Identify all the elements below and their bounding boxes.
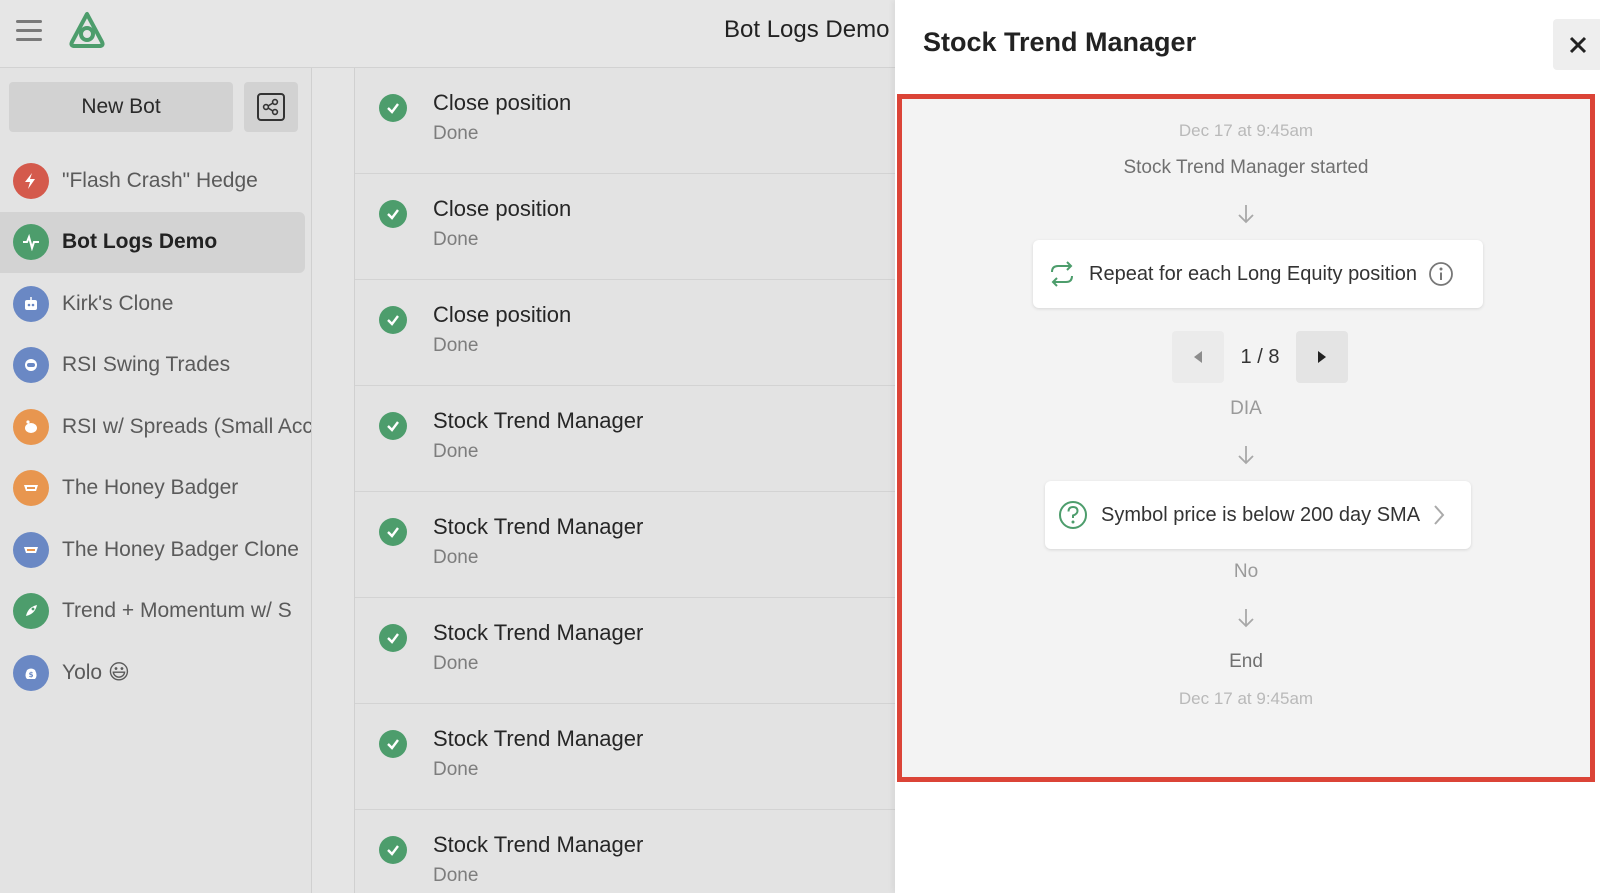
sidebar-item-bot[interactable]: RSI w/ Spreads (Small Acc: [0, 396, 312, 458]
pulse-icon: [13, 224, 49, 261]
check-circle-icon: [379, 730, 407, 758]
check-circle-icon: [379, 200, 407, 228]
top-bar: Bot Logs Demo: [0, 0, 895, 68]
flow-log-area: Dec 17 at 9:45am Stock Trend Manager sta…: [897, 94, 1595, 782]
sidebar-item-bot[interactable]: The Honey Badger Clone: [0, 519, 311, 581]
sidebar-item-bot[interactable]: Trend + Momentum w/ S: [0, 581, 311, 643]
repeat-step-label: Repeat for each Long Equity position: [1089, 262, 1417, 285]
log-title: Close position: [433, 302, 572, 327]
check-circle-icon: [379, 412, 407, 440]
caret-right-icon: [1318, 351, 1326, 363]
log-title: Stock Trend Manager: [433, 620, 644, 645]
iteration-pager: 1 / 8: [1172, 331, 1348, 383]
sidebar-item-bot[interactable]: "Flash Crash" Hedge: [0, 150, 311, 212]
bot-label: Bot Logs Demo: [62, 230, 218, 254]
new-bot-button[interactable]: New Bot: [9, 82, 233, 132]
symbol-label: DIA: [1230, 398, 1262, 419]
close-button[interactable]: [1553, 19, 1600, 70]
log-row[interactable]: Stock Trend Manager Done: [355, 386, 895, 492]
bot-label: "Flash Crash" Hedge: [62, 168, 258, 192]
check-circle-icon: [379, 306, 407, 334]
log-status: Done: [433, 335, 479, 356]
repeat-step-card[interactable]: Repeat for each Long Equity position: [1033, 240, 1483, 308]
bot-label: Yolo 😃: [62, 661, 130, 685]
bot-list: "Flash Crash" Hedge Bot Logs Demo Kirk's C…: [0, 150, 312, 704]
share-icon: [257, 93, 285, 121]
down-arrow-icon: [1238, 609, 1254, 628]
log-title: Stock Trend Manager: [433, 832, 644, 857]
log-status: Done: [433, 123, 479, 144]
log-status: Done: [433, 547, 479, 568]
log-detail-drawer: Stock Trend Manager Dec 17 at 9:45am Sto…: [895, 0, 1600, 893]
chevron-right-icon: [1434, 505, 1445, 525]
log-row[interactable]: Close position Done: [355, 280, 895, 386]
money-bag-icon: $: [13, 654, 49, 691]
bot-label: The Honey Badger: [62, 476, 239, 500]
condition-step-card[interactable]: Symbol price is below 200 day SMA: [1045, 481, 1471, 549]
down-arrow-icon: [1238, 446, 1254, 465]
check-circle-icon: [379, 94, 407, 122]
hamburger-menu-icon[interactable]: [16, 20, 42, 42]
condition-step-label: Symbol price is below 200 day SMA: [1101, 503, 1421, 526]
log-row[interactable]: Stock Trend Manager Done: [355, 810, 895, 893]
bot-label: RSI w/ Spreads (Small Acc: [62, 414, 312, 438]
log-status: Done: [433, 653, 479, 674]
log-title: Stock Trend Manager: [433, 514, 644, 539]
end-label: End: [1229, 651, 1263, 672]
piggy-bank-icon: [13, 408, 49, 445]
bot-label: RSI Swing Trades: [62, 353, 231, 377]
log-list: Close position Done Close position Done Clos…: [354, 68, 895, 893]
repeat-icon: [1051, 261, 1073, 287]
log-status: Done: [433, 759, 479, 780]
caret-left-icon: [1194, 351, 1202, 363]
astronaut-icon: [13, 347, 49, 384]
down-arrow-icon: [1238, 205, 1254, 224]
log-title: Stock Trend Manager: [433, 726, 644, 751]
bot-label: The Honey Badger Clone: [62, 537, 299, 561]
next-iteration-button[interactable]: [1296, 331, 1348, 383]
question-icon: [1059, 501, 1087, 529]
sidebar-item-bot[interactable]: The Honey Badger: [0, 458, 311, 520]
log-title: Close position: [433, 196, 572, 221]
info-icon[interactable]: [1428, 261, 1454, 287]
previous-iteration-button[interactable]: [1172, 331, 1224, 383]
bot-label: Kirk's Clone: [62, 291, 174, 315]
close-icon: [1569, 36, 1587, 53]
log-status: Done: [433, 441, 479, 462]
log-row[interactable]: Stock Trend Manager Done: [355, 492, 895, 598]
start-timestamp: Dec 17 at 9:45am: [1178, 121, 1314, 140]
iteration-counter: 1 / 8: [1240, 345, 1280, 368]
lightning-icon: [13, 162, 49, 199]
sidebar-item-bot[interactable]: Kirk's Clone: [0, 273, 311, 335]
drawer-title: Stock Trend Manager: [923, 27, 1197, 57]
sidebar-item-bot[interactable]: $ Yolo 😃: [0, 642, 311, 704]
end-timestamp: Dec 17 at 9:45am: [1178, 689, 1314, 708]
log-status: Done: [433, 229, 479, 250]
started-text: Stock Trend Manager started: [1123, 157, 1369, 178]
log-title: Close position: [433, 90, 572, 115]
bot-label: Trend + Momentum w/ S: [62, 599, 292, 623]
sidebar-item-bot[interactable]: RSI Swing Trades: [0, 335, 311, 397]
sidebar: New Bot "Flash Crash" Hedge Bot Logs Demo…: [0, 68, 312, 893]
log-row[interactable]: Stock Trend Manager Done: [355, 598, 895, 704]
log-status: Done: [433, 865, 479, 886]
check-circle-icon: [379, 518, 407, 546]
page-title: Bot Logs Demo: [724, 16, 890, 43]
share-button[interactable]: [244, 82, 298, 132]
log-row[interactable]: Stock Trend Manager Done: [355, 704, 895, 810]
sidebar-item-bot[interactable]: Bot Logs Demo: [0, 211, 305, 273]
badger-icon: [13, 531, 49, 568]
log-title: Stock Trend Manager: [433, 408, 644, 433]
check-circle-icon: [379, 836, 407, 864]
app-logo-icon[interactable]: [66, 10, 108, 50]
condition-result: No: [1233, 561, 1259, 582]
log-row[interactable]: Close position Done: [355, 68, 895, 174]
svg-text:$: $: [29, 671, 34, 679]
check-circle-icon: [379, 624, 407, 652]
rocket-icon: [13, 593, 49, 630]
log-row[interactable]: Close position Done: [355, 174, 895, 280]
badger-icon: [13, 470, 49, 507]
robot-icon: [13, 285, 49, 322]
